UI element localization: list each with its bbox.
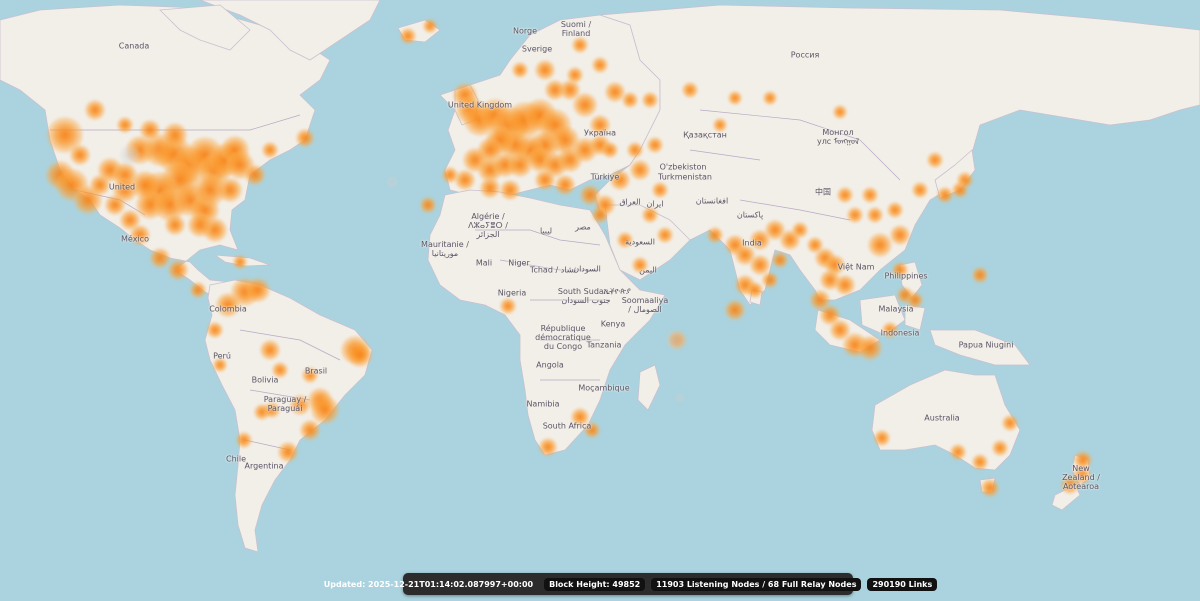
network-status-bar: Updated: 2025-12-21T01:14:02.087997+00:0… [324,573,938,595]
updated-timestamp: Updated: 2025-12-21T01:14:02.087997+00:0… [323,579,534,589]
node-count-badge: 11903 Listening Nodes / 68 Full Relay No… [651,577,862,591]
tasmania-land [979,477,996,493]
world-map[interactable]: Canada United México Colombia Perú Brasi… [0,0,1200,601]
link-count-badge: 290190 Links [867,577,938,591]
block-height-badge: Block Height: 49852 [544,577,646,591]
basemap [0,0,1200,601]
sri-lanka-land [749,289,763,306]
